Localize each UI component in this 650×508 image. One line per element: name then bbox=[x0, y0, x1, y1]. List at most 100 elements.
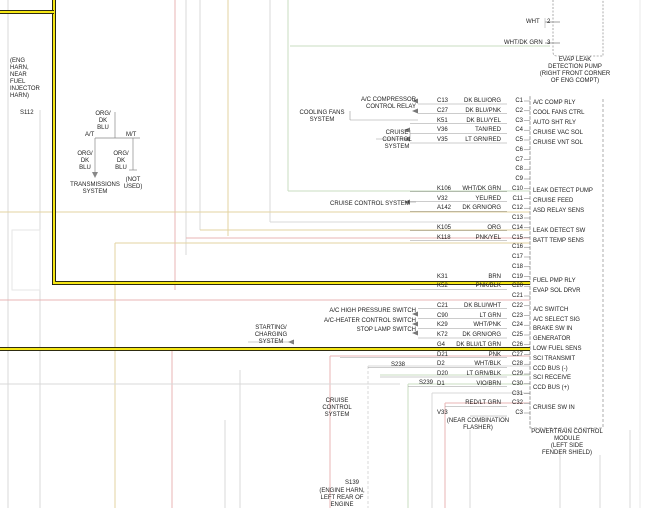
pin-2: 2 bbox=[547, 19, 551, 25]
pin-number: C8 bbox=[515, 166, 523, 173]
splice-s139: S139 bbox=[345, 480, 360, 486]
wire-color: RED/LT GRN bbox=[465, 400, 501, 407]
pin-number: C15 bbox=[511, 234, 523, 241]
pcm-pin-function: BRAKE SW IN bbox=[533, 326, 573, 332]
pin-number: C14 bbox=[511, 224, 523, 231]
wire-color: DK BLU/PNK bbox=[465, 107, 501, 114]
cruise-control-label-1: CRUISE CONTROL SYSTEM bbox=[382, 130, 412, 150]
cruise-control-label-2: CRUISE CONTROL SYSTEM bbox=[330, 201, 410, 207]
pcm-pin-function: SCI TRANSMIT bbox=[533, 356, 576, 362]
pin-number: C5 bbox=[515, 137, 523, 143]
mt-wire-color: ORG/ DK BLU bbox=[113, 151, 129, 171]
pcm-pin-function: COOL FANS CTRL bbox=[533, 110, 585, 116]
pin-number: C10 bbox=[511, 185, 523, 192]
pcm-pin-function: GENERATOR bbox=[533, 336, 571, 342]
pin-number: C11 bbox=[512, 195, 523, 202]
pin-number: C3 bbox=[515, 410, 523, 416]
not-used-label: (NOT USED) bbox=[123, 177, 143, 190]
at-label: A/T bbox=[85, 132, 95, 138]
wire-color: ORG bbox=[487, 224, 501, 231]
transmissions-system-label: TRANSMISSIONS SYSTEM bbox=[70, 182, 120, 195]
wire-color: DK GRN/ORG bbox=[462, 332, 501, 338]
pin-number: C21 bbox=[511, 293, 523, 299]
wire-color: WHT/DK GRN bbox=[462, 185, 501, 192]
pin-number: C19 bbox=[511, 273, 523, 280]
pcm-pin-function: LOW FUEL SENS bbox=[533, 346, 582, 352]
splice-s238: S238 bbox=[391, 362, 406, 368]
pcm-pin-function: A/C SELECT SIG bbox=[533, 317, 580, 323]
pcm-pin-function: SCI RECEIVE bbox=[533, 375, 572, 381]
ac-high-pressure-switch-label: A/C HIGH PRESSURE SWITCH bbox=[329, 308, 416, 314]
pin-number: C7 bbox=[515, 156, 523, 163]
pin-number: C18 bbox=[511, 263, 523, 270]
trans-wire-color: ORG/ DK BLU bbox=[95, 111, 111, 131]
pin-number: C30 bbox=[511, 380, 523, 387]
wire-color: BRN bbox=[488, 273, 501, 280]
at-wire-color: ORG/ DK BLU bbox=[77, 151, 93, 171]
wire-color: DK GRN/ORG bbox=[462, 205, 501, 212]
pcm-pin-function: CCD BUS (-) bbox=[533, 366, 568, 372]
mt-label: M/T bbox=[126, 132, 137, 138]
wire-color: YEL/RED bbox=[475, 195, 501, 202]
wire-color: LT GRN bbox=[479, 312, 501, 319]
pin-number: C16 bbox=[511, 244, 523, 251]
pcm-pin-function: CRUISE FEED bbox=[533, 198, 574, 204]
ac-heater-control-switch-label: A/C-HEATER CONTROL SWITCH bbox=[323, 318, 416, 324]
pin-number: C29 bbox=[511, 371, 523, 377]
wire-color: VIO/BRN bbox=[476, 380, 501, 387]
wire-color: WHT/PNK bbox=[473, 322, 501, 329]
wire-color: DK BLU/WHT bbox=[463, 302, 501, 309]
pcm-pin-function: CRUISE VAC SOL bbox=[533, 130, 583, 136]
pin-number: C3 bbox=[515, 117, 523, 124]
pin-number: C2 bbox=[515, 107, 523, 114]
stop-lamp-switch-label: STOP LAMP SWITCH bbox=[356, 327, 416, 333]
pcm-pin-function: LEAK DETECT SW bbox=[533, 228, 586, 234]
wire-color: LT GRN/RED bbox=[465, 137, 501, 143]
splice-s112: S112 bbox=[20, 110, 34, 116]
wiring-diagram: WHT 2 WHT/DK GRN 3 EVAP LEAK DETECTION P… bbox=[0, 0, 650, 508]
pcm-pin-function: CRUISE SW IN bbox=[533, 405, 575, 411]
wire-color: DK BLU/YEL bbox=[466, 117, 501, 124]
pcm-pin-function: A/C SWITCH bbox=[533, 307, 569, 313]
engine-harness-note: (ENG HARN, NEAR FUEL INJECTOR HARN) bbox=[10, 58, 40, 99]
pin-number: C13 bbox=[511, 215, 523, 221]
pcm-pin-function: CRUISE VNT SOL bbox=[533, 140, 583, 146]
pcm-pin-function: ASD RELAY SENS bbox=[533, 208, 585, 214]
pin-number: C9 bbox=[515, 176, 523, 182]
engine-harness-note-s139: (ENGINE HARN, LEFT REAR OF ENGINE bbox=[319, 488, 365, 508]
pin-number: C24 bbox=[511, 322, 523, 329]
pcm-pin-function: EVAP SOL DRVR bbox=[533, 288, 581, 294]
near-combination-flasher-note: (NEAR COMBINATION FLASHER) bbox=[446, 418, 510, 431]
pin-number: C26 bbox=[511, 341, 523, 348]
circuit-code: V33 bbox=[437, 410, 448, 416]
pcm-pin-function: CCD BUS (+) bbox=[533, 385, 570, 391]
pin-number: C1 bbox=[515, 98, 523, 104]
wire-color-wht-dkgrn: WHT/DK GRN bbox=[504, 40, 543, 46]
ac-compressor-relay-label: A/C COMPRESSOR CONTROL RELAY bbox=[360, 97, 416, 110]
wire-color: DK BLU/ORG bbox=[463, 98, 501, 104]
pin-number: C20 bbox=[511, 283, 523, 290]
wire-color-wht: WHT bbox=[526, 19, 540, 25]
wire-color: TAN/RED bbox=[475, 127, 501, 134]
wire-color: LT GRN/BLK bbox=[466, 371, 501, 377]
pin-number: C4 bbox=[515, 127, 523, 134]
evap-leak-detection-pump-label: EVAP LEAK DETECTION PUMP (RIGHT FRONT CO… bbox=[539, 57, 611, 84]
wire-color: PNK/BLK bbox=[475, 283, 501, 290]
wire-color: WHT/BLK bbox=[474, 361, 501, 368]
pcm-pin-function: LEAK DETECT PUMP bbox=[533, 188, 593, 194]
pin-number: C6 bbox=[515, 146, 523, 153]
wire-color: PNK bbox=[488, 351, 501, 358]
pin-number: C23 bbox=[511, 312, 523, 319]
pcm-module-label: POWERTRAIN CONTROL MODULE (LEFT SIDE FEN… bbox=[531, 429, 603, 456]
pin-number: C31 bbox=[511, 390, 523, 397]
starting-charging-system-label: STARTING/ CHARGING SYSTEM bbox=[254, 325, 288, 345]
pcm-pin-function: A/C COMP RLY bbox=[533, 100, 576, 106]
wire-color: PNK/YEL bbox=[475, 234, 501, 241]
pcm-pin-function: AUTO SHT RLY bbox=[533, 120, 577, 126]
pin-number: C25 bbox=[511, 332, 523, 338]
cooling-fans-system-label: COOLING FANS SYSTEM bbox=[299, 110, 345, 123]
pin-3: 3 bbox=[547, 40, 551, 46]
cruise-control-label-3: CRUISE CONTROL SYSTEM bbox=[322, 398, 352, 418]
splice-s239: S239 bbox=[419, 380, 434, 386]
pin-number: C28 bbox=[511, 361, 523, 368]
